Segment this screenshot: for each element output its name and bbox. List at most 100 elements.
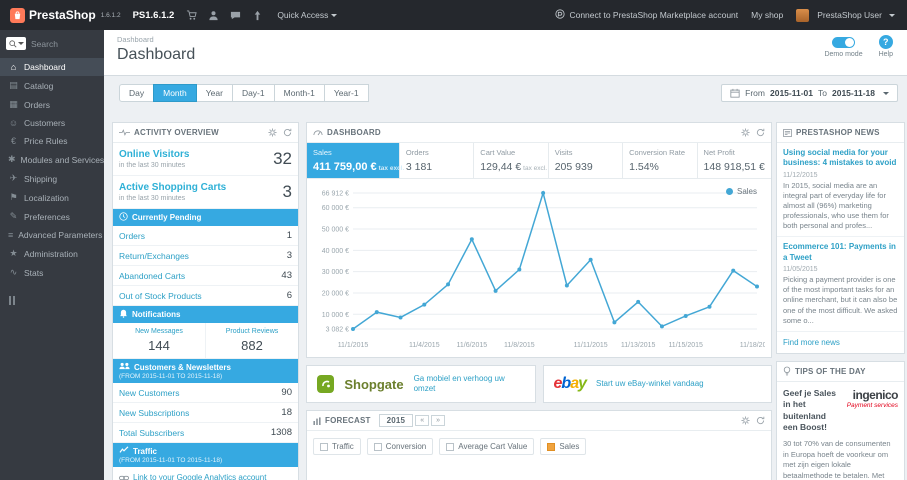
refresh-icon[interactable]: [756, 128, 765, 137]
svg-text:11/4/2015: 11/4/2015: [409, 342, 440, 349]
metric-tab-visits[interactable]: Visits 205 939: [549, 143, 624, 178]
caret-down-icon: [331, 13, 338, 17]
modules-icon: ✱: [8, 154, 16, 164]
my-shop-link[interactable]: My shop: [751, 10, 783, 20]
marketplace-connect-link[interactable]: Connect to PrestaShop Marketplace accoun…: [555, 9, 738, 21]
caret-down-icon: [889, 13, 895, 17]
orders-cart-icon[interactable]: [186, 9, 197, 21]
messages-notification-icon[interactable]: [230, 10, 241, 21]
product-reviews-cell[interactable]: Product Reviews 882: [205, 323, 298, 358]
price-rules-icon: €: [10, 136, 16, 146]
news-article-headline[interactable]: Ecommerce 101: Payments in a Tweet: [783, 242, 898, 263]
settings-gear-icon[interactable]: [741, 416, 750, 425]
forecast-legend-conversion[interactable]: Conversion: [366, 438, 434, 455]
refresh-icon[interactable]: [756, 416, 765, 425]
breadcrumb[interactable]: Dashboard: [104, 30, 154, 44]
brand-version: 1.6.1.2: [100, 11, 121, 19]
metric-tab-net-profit[interactable]: Net Profit 148 918,51 €: [698, 143, 771, 178]
panel-title: DASHBOARD: [327, 128, 381, 137]
search-type-selector[interactable]: [6, 37, 26, 50]
svg-text:11/13/2015: 11/13/2015: [621, 342, 656, 349]
notifications-header: Notifications: [113, 306, 298, 323]
sidebar-item-modules[interactable]: ✱ Modules and Services: [0, 150, 104, 169]
filter-button-day[interactable]: Day: [119, 84, 155, 102]
sidebar-item-shipping[interactable]: ✈ Shipping: [0, 169, 104, 188]
customers-notification-icon[interactable]: [208, 10, 219, 21]
filter-button-year-1[interactable]: Year-1: [323, 84, 369, 102]
catalog-icon: ▤: [9, 80, 18, 90]
header-tools: Demo mode ? Help: [824, 35, 893, 58]
ebay-promo-link[interactable]: Start uw eBay-winkel vandaag: [596, 379, 704, 389]
dashboard-panel: DASHBOARD Sales 411 759,00 € tax excl. Ord…: [306, 122, 774, 358]
module-promos: Shopgate Ga mobiel en verhoog uw omzet e…: [306, 365, 772, 410]
settings-gear-icon[interactable]: [268, 128, 277, 137]
forecast-next-button[interactable]: »: [431, 415, 446, 426]
svg-text:11/18/2015: 11/18/2015: [740, 342, 765, 349]
calendar-icon: [730, 88, 740, 98]
forecast-prev-button[interactable]: «: [415, 415, 430, 426]
news-article-excerpt: Picking a payment provider is one of the…: [783, 275, 898, 325]
user-menu[interactable]: PrestaShop User: [796, 8, 895, 22]
page-header: Dashboard Dashboard Demo mode ? Help: [104, 30, 907, 76]
svg-text:66 912 €: 66 912 €: [322, 191, 349, 198]
filter-button-year[interactable]: Year: [195, 84, 233, 102]
sidebar-item-dashboard[interactable]: ⌂ Dashboard: [0, 58, 104, 76]
sales-line-chart: 66 912 € 60 000 € 50 000 € 40 000 € 30 000 €…: [322, 190, 774, 349]
sidebar-item-localization[interactable]: ⚑ Localization: [0, 188, 104, 207]
people-icon: [119, 362, 130, 372]
svg-text:10 000 €: 10 000 €: [322, 312, 349, 319]
traffic-chart-icon: [119, 446, 129, 456]
news-article: Using social media for your business: 4 …: [777, 143, 904, 238]
gauge-icon: [313, 129, 323, 136]
sidebar-item-advanced-parameters[interactable]: ≡ Advanced Parameters: [0, 226, 104, 244]
forecast-year-selector[interactable]: 2015: [378, 414, 414, 427]
sidebar-item-preferences[interactable]: ✎ Preferences: [0, 207, 104, 226]
forecast-legend-traffic[interactable]: Traffic: [313, 438, 361, 455]
localization-icon: ⚑: [9, 192, 18, 202]
sidebar-item-stats[interactable]: ∿ Stats: [0, 263, 104, 282]
date-range-picker[interactable]: From 2015-11-01 To 2015-11-18: [721, 84, 898, 102]
quick-access-menu[interactable]: Quick Access: [277, 10, 338, 20]
demo-mode-toggle[interactable]: [832, 37, 856, 48]
metric-tab-cart-value[interactable]: Cart Value 129,44 € tax excl.: [474, 143, 549, 178]
forecast-legend-average-cart-value[interactable]: Average Cart Value: [439, 438, 535, 455]
find-more-news-link[interactable]: Find more news: [777, 332, 904, 353]
svg-text:30 000 €: 30 000 €: [322, 269, 349, 276]
updates-rocket-icon[interactable]: [252, 10, 263, 21]
news-article-headline[interactable]: Using social media for your business: 4 …: [783, 148, 898, 169]
clock-icon: [119, 212, 128, 223]
filter-button-day-1[interactable]: Day-1: [231, 84, 275, 102]
panel-title: FORECAST: [325, 416, 371, 425]
dashboard-icon: ⌂: [10, 62, 17, 72]
refresh-icon[interactable]: [283, 128, 292, 137]
activity-icon: [119, 129, 130, 136]
filter-button-month-1[interactable]: Month-1: [273, 84, 325, 102]
tips-of-the-day-panel: TIPS OF THE DAY Geef je Sales in het bui…: [776, 360, 905, 480]
forecast-legend-sales[interactable]: Sales: [540, 438, 587, 455]
metric-tab-sales[interactable]: Sales 411 759,00 € tax excl.: [307, 143, 404, 178]
sidebar-item-price-rules[interactable]: € Price Rules: [0, 132, 104, 150]
prestashop-logo[interactable]: PrestaShop 1.6.1.2: [0, 7, 131, 23]
checkbox-icon: [320, 442, 328, 451]
sidebar-item-catalog[interactable]: ▤ Catalog: [0, 76, 104, 95]
svg-text:11/1/2015: 11/1/2015: [338, 342, 369, 349]
sidebar-item-administration[interactable]: ★ Administration: [0, 244, 104, 263]
svg-text:11/11/2015: 11/11/2015: [574, 342, 608, 349]
shopgate-promo-link[interactable]: Ga mobiel en verhoog uw omzet: [414, 374, 525, 393]
svg-text:40 000 €: 40 000 €: [322, 248, 349, 255]
search-input[interactable]: [31, 38, 93, 49]
help-icon[interactable]: ?: [878, 35, 893, 49]
new-messages-cell[interactable]: New Messages 144: [113, 323, 205, 358]
metric-tab-orders[interactable]: Orders 3 181: [400, 143, 475, 178]
shop-name-link[interactable]: PS1.6.1.2: [133, 10, 175, 21]
sidebar-item-orders[interactable]: ▦ Orders: [0, 95, 104, 114]
google-analytics-link[interactable]: Link to your Google Analytics account: [133, 473, 266, 480]
metric-tab-conversion-rate[interactable]: Conversion Rate 1.54%: [623, 143, 698, 178]
settings-gear-icon[interactable]: [741, 128, 750, 137]
sidebar-menu: ⌂ Dashboard ▤ Catalog ▦ Orders ☺ Customers €…: [0, 58, 104, 282]
sidebar-collapse-button[interactable]: [9, 296, 104, 305]
marketplace-icon: [555, 9, 566, 21]
filter-button-month[interactable]: Month: [153, 84, 197, 102]
caret-down-icon: [17, 42, 24, 45]
sidebar-item-customers[interactable]: ☺ Customers: [0, 114, 104, 132]
